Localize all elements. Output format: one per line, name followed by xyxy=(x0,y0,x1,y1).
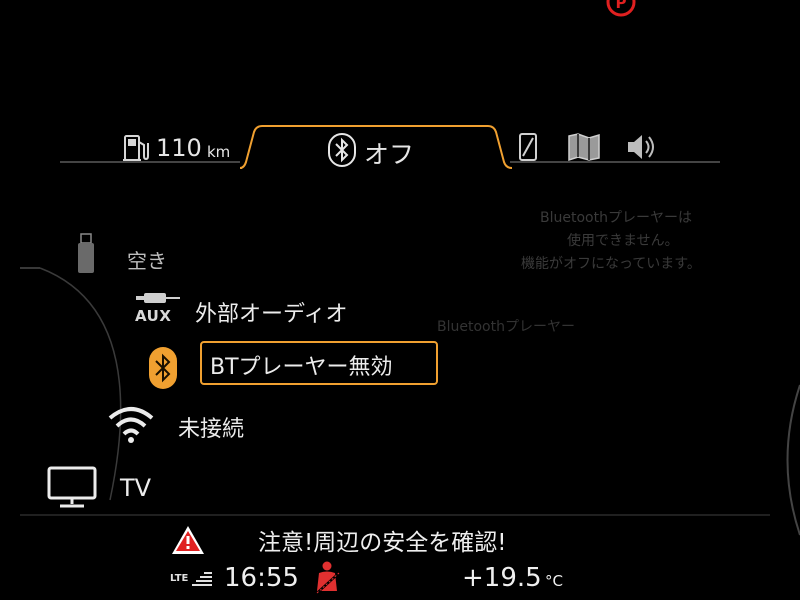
lte-label: LTE xyxy=(170,573,189,584)
lte-signal-icon xyxy=(192,572,212,586)
usb-icon xyxy=(78,233,94,273)
tab-bluetooth-status[interactable]: オフ xyxy=(364,135,414,171)
wifi-icon xyxy=(108,407,154,443)
aux-badge: AUX xyxy=(135,307,172,325)
clock-time: 16:55 xyxy=(224,563,299,593)
outside-temperature: +19.5 xyxy=(462,563,542,593)
tv-icon xyxy=(47,466,97,508)
seatbelt-icon xyxy=(316,561,340,594)
warning-triangle-icon xyxy=(172,526,204,554)
source-tv-label[interactable]: TV xyxy=(120,474,151,502)
bottom-divider xyxy=(20,514,770,516)
phone-icon[interactable] xyxy=(517,132,539,162)
source-aux-label[interactable]: 外部オーディオ xyxy=(195,296,347,328)
source-wifi-label[interactable]: 未接続 xyxy=(178,411,244,443)
range-value: 110 xyxy=(156,134,202,162)
aux-cable-icon xyxy=(136,293,180,303)
bluetooth-icon xyxy=(149,347,177,389)
bt-player-ghost-title: Bluetoothプレーヤー xyxy=(437,319,575,335)
warning-message: 注意!周辺の安全を確認! xyxy=(258,530,507,556)
bt-unavailable-line1: Bluetoothプレーヤーは xyxy=(540,210,692,226)
bt-unavailable-line3: 機能がオフになっています。 xyxy=(521,256,701,272)
range-unit: km xyxy=(207,143,231,161)
speaker-icon[interactable] xyxy=(625,132,657,162)
source-bt-label[interactable]: BTプレーヤー無効 xyxy=(210,349,393,381)
source-usb-label[interactable]: 空き xyxy=(127,245,167,274)
bluetooth-icon[interactable] xyxy=(328,133,356,167)
parking-brake-icon: P xyxy=(606,0,636,17)
map-book-icon[interactable] xyxy=(567,132,601,162)
bt-unavailable-line2: 使用できません。 xyxy=(567,233,679,249)
svg-text:P: P xyxy=(616,0,627,12)
fuel-pump-icon[interactable] xyxy=(121,133,151,163)
temperature-unit: °C xyxy=(545,572,563,590)
